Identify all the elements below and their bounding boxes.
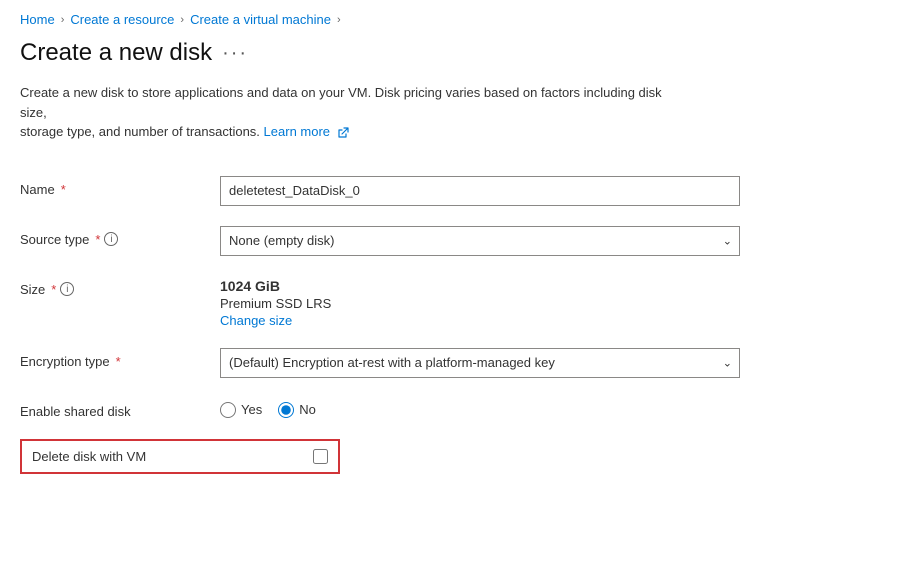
source-type-info-icon[interactable]: i xyxy=(104,232,118,246)
encryption-label: Encryption type * xyxy=(20,348,220,369)
description-text-1: Create a new disk to store applications … xyxy=(20,85,662,120)
size-label: Size * i xyxy=(20,276,220,297)
breadcrumb: Home › Create a resource › Create a virt… xyxy=(0,0,924,35)
change-size-link[interactable]: Change size xyxy=(220,313,292,328)
shared-disk-no-label: No xyxy=(299,402,316,417)
shared-disk-no-radio[interactable] xyxy=(278,402,294,418)
page-title-dots[interactable]: ··· xyxy=(222,42,248,65)
encryption-select-wrapper: (Default) Encryption at-rest with a plat… xyxy=(220,348,740,378)
source-type-control: None (empty disk) Snapshot Storage blob … xyxy=(220,226,740,256)
description-text-2: storage type, and number of transactions… xyxy=(20,124,260,139)
encryption-select[interactable]: (Default) Encryption at-rest with a plat… xyxy=(220,348,740,378)
name-control xyxy=(220,176,740,206)
source-type-select[interactable]: None (empty disk) Snapshot Storage blob xyxy=(220,226,740,256)
form-row-encryption: Encryption type * (Default) Encryption a… xyxy=(20,338,904,388)
page-title: Create a new disk xyxy=(20,39,212,67)
breadcrumb-create-resource[interactable]: Create a resource xyxy=(70,12,174,27)
breadcrumb-sep-3: › xyxy=(337,14,341,26)
shared-disk-yes-label: Yes xyxy=(241,402,262,417)
delete-disk-container: Delete disk with VM xyxy=(20,429,904,474)
size-required-star: * xyxy=(51,282,56,297)
breadcrumb-home[interactable]: Home xyxy=(20,12,55,27)
encryption-required-star: * xyxy=(116,354,121,369)
shared-disk-yes-radio[interactable] xyxy=(220,402,236,418)
name-label: Name * xyxy=(20,176,220,197)
breadcrumb-sep-1: › xyxy=(61,14,65,26)
source-type-required-star: * xyxy=(95,232,100,247)
description: Create a new disk to store applications … xyxy=(0,83,700,162)
shared-disk-yes-option[interactable]: Yes xyxy=(220,402,262,418)
source-type-select-wrapper: None (empty disk) Snapshot Storage blob … xyxy=(220,226,740,256)
size-value: 1024 GiB xyxy=(220,278,740,294)
breadcrumb-create-vm[interactable]: Create a virtual machine xyxy=(190,12,331,27)
name-required-star: * xyxy=(61,182,66,197)
page-title-row: Create a new disk ··· xyxy=(0,35,924,83)
shared-disk-control: Yes No xyxy=(220,398,740,418)
learn-more-link[interactable]: Learn more xyxy=(264,124,349,139)
form-row-name: Name * xyxy=(20,166,904,216)
size-type: Premium SSD LRS xyxy=(220,296,740,311)
breadcrumb-sep-2: › xyxy=(180,14,184,26)
size-info-icon[interactable]: i xyxy=(60,282,74,296)
shared-disk-no-option[interactable]: No xyxy=(278,402,316,418)
external-link-icon xyxy=(337,127,349,139)
name-input[interactable] xyxy=(220,176,740,206)
source-type-label: Source type * i xyxy=(20,226,220,247)
delete-disk-checkbox[interactable] xyxy=(313,449,328,464)
shared-disk-radio-group: Yes No xyxy=(220,398,740,418)
size-control: 1024 GiB Premium SSD LRS Change size xyxy=(220,276,740,328)
form-row-size: Size * i 1024 GiB Premium SSD LRS Change… xyxy=(20,266,904,338)
shared-disk-label: Enable shared disk xyxy=(20,398,220,419)
delete-disk-row: Delete disk with VM xyxy=(20,439,340,474)
form-area: Name * Source type * i None (empty disk)… xyxy=(0,162,924,498)
encryption-control: (Default) Encryption at-rest with a plat… xyxy=(220,348,740,378)
delete-disk-label: Delete disk with VM xyxy=(32,449,303,464)
form-row-shared-disk: Enable shared disk Yes No xyxy=(20,388,904,429)
form-row-source-type: Source type * i None (empty disk) Snapsh… xyxy=(20,216,904,266)
